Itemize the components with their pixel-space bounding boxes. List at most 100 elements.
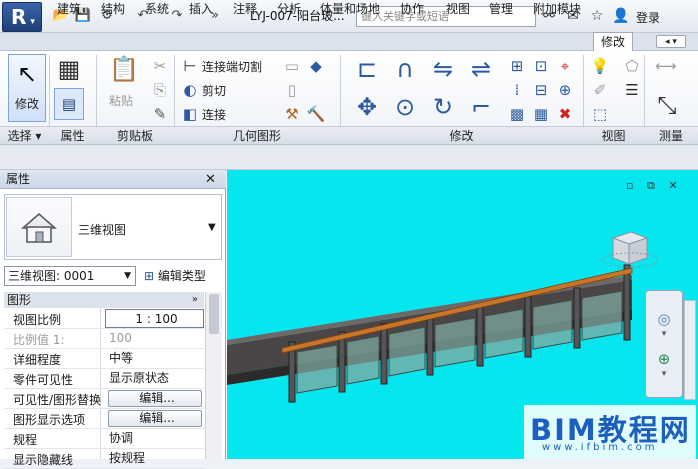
close-icon[interactable]: ✕ [205, 172, 216, 187]
measure-icon[interactable]: ⤡ [652, 90, 682, 120]
wall-join-icon[interactable]: ▯ [282, 80, 302, 100]
tab-view[interactable]: 视图 [446, 1, 470, 18]
override-icon[interactable]: ⬠ [622, 56, 642, 76]
scale-icon[interactable]: ⊟ [531, 80, 551, 100]
demolish-icon[interactable]: ⚒ [282, 104, 302, 124]
paint-icon[interactable]: ◆ [306, 56, 326, 76]
prop-row-graphic-display[interactable]: 图形显示选项 编辑... [4, 409, 204, 429]
navigation-bar[interactable]: ◎ ▾ ⊕ ▾ [645, 290, 683, 398]
restore-icon[interactable]: ⧉ [647, 179, 655, 192]
tab-addins[interactable]: 附加模块 [533, 1, 581, 18]
copy-icon[interactable]: ⎘ [150, 80, 170, 100]
match-properties-icon[interactable]: ✎ [150, 104, 170, 124]
ribbon-minimize-button[interactable]: ◂ ▾ [656, 35, 686, 48]
login-link[interactable]: 登录 [636, 9, 660, 26]
chevron-down-icon[interactable]: ▼ [208, 222, 216, 233]
pin-icon[interactable]: ⊕ [555, 80, 575, 100]
unpin-icon[interactable]: ⌖ [555, 56, 575, 76]
panel-view: 视图 [583, 126, 644, 144]
panel-properties: 属性 [49, 126, 96, 144]
trim-extend-icon[interactable]: ⌐ [466, 92, 496, 122]
vg-edit-button[interactable]: 编辑... [108, 390, 202, 407]
properties-scrollbar[interactable] [205, 292, 222, 459]
join-geometry-label[interactable]: 连接 [202, 106, 226, 123]
hide-bulb-icon[interactable]: 💡 [590, 56, 610, 76]
copy-element-icon[interactable]: ⊙ [390, 92, 420, 122]
hammer-icon[interactable]: 🔨 [306, 104, 326, 124]
paste-icon[interactable]: 📋 [109, 54, 139, 84]
minimize-icon[interactable]: ▫ [626, 179, 633, 192]
split-gap-icon[interactable]: ⊡ [531, 56, 551, 76]
panel-geometry: 几何图形 [174, 126, 340, 144]
cursor-arrow-icon: ↖ [16, 60, 38, 88]
properties-icon: ▤ [61, 95, 77, 113]
zoom-icon[interactable]: ⊕ [654, 349, 674, 369]
view-scale-input[interactable]: 1 : 100 [105, 309, 204, 328]
view-cube-icon[interactable]: ⬚ [590, 104, 610, 124]
prop-row-parts-visibility[interactable]: 零件可见性 显示原状态 [4, 369, 204, 389]
view-instance-selector[interactable]: 三维视图: 0001 ▼ [4, 266, 136, 286]
panel-modify: 修改 [340, 126, 583, 144]
tab-architecture[interactable]: 建筑 [57, 1, 81, 18]
prop-row-detail-level[interactable]: 详细程度 中等 [4, 349, 204, 369]
cope-icon[interactable]: ⊢ [180, 56, 200, 76]
tab-structure[interactable]: 结构 [101, 1, 125, 18]
chevron-down-icon[interactable]: ▾ [646, 369, 682, 379]
move-icon[interactable]: ✥ [352, 92, 382, 122]
properties-button[interactable]: ▤ [54, 88, 84, 120]
prop-row-discipline[interactable]: 规程 协调 [4, 429, 204, 449]
watermark-url: www.ifbim.com [542, 442, 658, 453]
viewport-window-controls: ▫ ⧉ ✕ [626, 179, 682, 193]
viewport-scrollbar[interactable] [684, 300, 696, 400]
thin-lines-icon[interactable]: ☰ [622, 80, 642, 100]
align-icon[interactable]: ⊏ [352, 54, 382, 84]
aligned-dimension-icon[interactable]: ⟷ [655, 56, 677, 76]
delete-icon[interactable]: ✖ [555, 104, 575, 124]
application-menu-button[interactable]: R ▾ [2, 2, 42, 32]
app-logo: R [11, 5, 27, 29]
rotate-icon[interactable]: ↻ [428, 92, 458, 122]
star-icon[interactable]: ☆ [588, 7, 606, 25]
cut-geometry-label[interactable]: 剪切 [202, 82, 226, 99]
cope-label[interactable]: 连接端切割 [202, 58, 262, 75]
tab-insert[interactable]: 插入 [189, 1, 213, 18]
chevron-down-icon[interactable]: ▾ [646, 329, 682, 339]
split-face-icon[interactable]: ▭ [282, 56, 302, 76]
split-element-icon[interactable]: ⊞ [507, 56, 527, 76]
join-geometry-icon[interactable]: ◧ [180, 104, 200, 124]
properties-title: 属性 [0, 170, 226, 189]
tab-annotate[interactable]: 注释 [233, 1, 257, 18]
cut-geometry-icon[interactable]: ◐ [180, 80, 200, 100]
tab-systems[interactable]: 系统 [145, 1, 169, 18]
offset-icon[interactable]: ∩ [390, 54, 420, 84]
prop-row-visibility-overrides[interactable]: 可见性/图形替换 编辑... [4, 389, 204, 409]
type-properties-icon[interactable]: ▦ [54, 54, 84, 84]
group-graphics[interactable]: 图形» [4, 292, 204, 308]
type-name: 三维视图 [78, 223, 127, 237]
trim-multiple-icon[interactable]: ▩ [507, 104, 527, 124]
steering-wheel-icon[interactable]: ◎ [654, 309, 674, 329]
mirror-axis-icon[interactable]: ⇋ [428, 54, 458, 84]
redo-icon[interactable]: ↷ [168, 7, 186, 25]
mirror-draw-icon[interactable]: ⇌ [466, 54, 496, 84]
trim-single-icon[interactable]: ▦ [531, 104, 551, 124]
modify-button[interactable]: ↖ 修改 [8, 54, 46, 122]
panel-clipboard: 剪贴板 [96, 126, 174, 144]
modify-label: 修改 [14, 97, 39, 111]
tab-manage[interactable]: 管理 [489, 1, 513, 18]
user-icon[interactable]: 👤 [612, 7, 630, 25]
graphic-display-edit-button[interactable]: 编辑... [108, 410, 202, 427]
edit-type-button[interactable]: ⊞ 编辑类型 [144, 266, 206, 286]
tab-modify[interactable]: 修改 [593, 32, 633, 52]
panel-select[interactable]: 选择 ▾ [0, 126, 49, 144]
tab-collaborate[interactable]: 协作 [400, 1, 424, 18]
array-icon[interactable]: ⁞ [507, 80, 527, 100]
linework-icon[interactable]: ✐ [590, 80, 610, 100]
prop-row-view-scale[interactable]: 视图比例 1 : 100 [4, 309, 204, 329]
tab-analyze[interactable]: 分析 [277, 1, 301, 18]
tab-massing-site[interactable]: 体量和场地 [320, 1, 380, 18]
collapse-icon: » [191, 294, 198, 305]
prop-row-hidden-lines[interactable]: 显示隐藏线 按规程 [4, 449, 204, 469]
cut-scissors-icon[interactable]: ✂ [150, 56, 170, 76]
close-view-icon[interactable]: ✕ [668, 179, 677, 192]
